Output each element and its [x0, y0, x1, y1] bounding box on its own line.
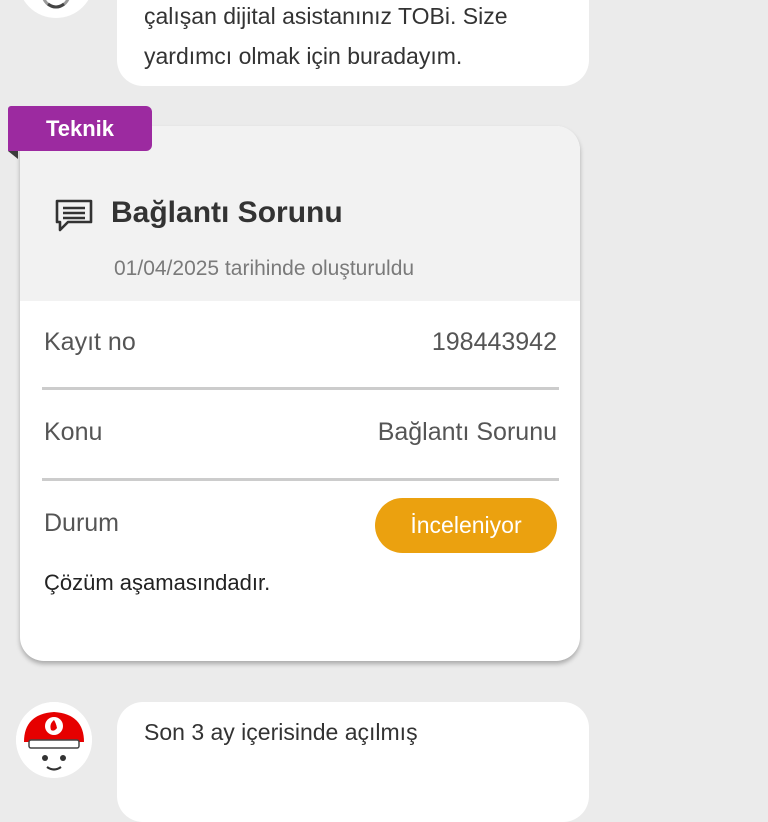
- tag-fold-decoration: [8, 151, 18, 159]
- assistant-message-bottom: Son 3 ay içerisinde açılmış: [117, 702, 589, 822]
- tobi-avatar-icon: [16, 702, 92, 778]
- message-text-line: yardımcı olmak için buradayım.: [144, 43, 463, 69]
- record-number-value: 198443942: [431, 328, 557, 356]
- ticket-title: Bağlantı Sorunu: [111, 196, 343, 229]
- message-text-line: Son 3 ay içerisinde açılmış: [144, 719, 418, 745]
- tobi-avatar-icon: [26, 0, 86, 16]
- record-number-label: Kayıt no: [44, 328, 136, 356]
- chat-bubble-icon: [55, 199, 93, 232]
- status-badge: İnceleniyor: [375, 498, 557, 553]
- status-note: Çözüm aşamasındadır.: [44, 570, 271, 595]
- status-label: Durum: [44, 509, 120, 537]
- assistant-avatar-bottom: [16, 702, 92, 778]
- row-divider: [42, 387, 559, 390]
- category-tag: Teknik: [8, 106, 152, 151]
- row-divider: [42, 478, 559, 481]
- assistant-message-top: çalışan dijital asistanınız TOBi. Size y…: [117, 0, 589, 86]
- subject-value: Bağlantı Sorunu: [377, 418, 557, 446]
- assistant-avatar-top: [18, 0, 94, 18]
- ticket-card[interactable]: Bağlantı Sorunu 01/04/2025 tarihinde olu…: [20, 126, 580, 661]
- ticket-card-header: Bağlantı Sorunu 01/04/2025 tarihinde olu…: [20, 126, 580, 301]
- message-text-line: çalışan dijital asistanınız TOBi. Size: [144, 3, 508, 29]
- ticket-created-date: 01/04/2025 tarihinde oluşturuldu: [114, 257, 415, 280]
- subject-label: Konu: [44, 418, 103, 446]
